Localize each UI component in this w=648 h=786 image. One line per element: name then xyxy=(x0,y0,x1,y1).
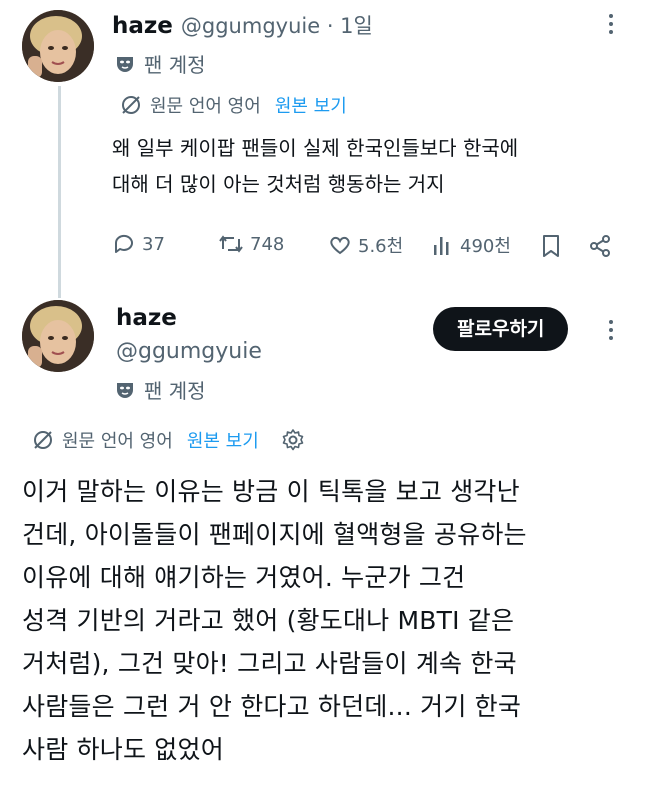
fan-account-label: 팬 계정 xyxy=(114,375,206,404)
view-count: 490천 xyxy=(460,236,511,257)
translate-off-icon xyxy=(122,96,140,114)
tweet-text: 왜 일부 케이팝 팬들이 실제 한국인들보다 한국에 대해 더 많이 아는 것처… xyxy=(112,136,519,196)
display-name[interactable]: haze xyxy=(112,13,173,39)
avatar[interactable] xyxy=(22,300,94,372)
more-options-icon[interactable] xyxy=(609,320,613,340)
translation-row: 원문 언어 영어 원본 보기 xyxy=(32,427,305,453)
repost-button[interactable]: 748 xyxy=(218,232,284,256)
source-language: 원문 언어 영어 xyxy=(62,431,173,452)
like-button[interactable]: 5.6천 xyxy=(328,232,403,258)
fan-account-text: 팬 계정 xyxy=(144,379,206,403)
avatar[interactable] xyxy=(22,10,94,82)
like-count: 5.6천 xyxy=(358,236,404,257)
translate-off-icon xyxy=(34,431,52,449)
fan-account-label: 팬 계정 xyxy=(114,49,206,78)
tweet-header: haze @ggumgyuie · 1일 xyxy=(112,10,373,40)
handle[interactable]: @ggumgyuie xyxy=(116,339,262,364)
display-name[interactable]: haze xyxy=(116,305,177,331)
gear-icon[interactable] xyxy=(281,428,305,452)
follow-button[interactable]: 팔로우하기 xyxy=(433,307,569,351)
source-language: 원문 언어 영어 xyxy=(150,96,261,117)
translation-row: 원문 언어 영어 원본 보기 xyxy=(120,92,347,118)
handle-and-time[interactable]: @ggumgyuie · 1일 xyxy=(181,10,373,40)
share-icon[interactable] xyxy=(588,234,612,258)
tweet-text: 이거 말하는 이유는 방금 이 틱톡을 보고 생각난 건데, 아이돌들이 팬페이… xyxy=(22,477,527,764)
reply-count: 37 xyxy=(142,233,165,255)
bookmark-icon[interactable] xyxy=(540,234,562,258)
repost-icon xyxy=(219,235,243,253)
mask-icon xyxy=(117,382,133,398)
views-icon xyxy=(434,237,449,255)
heart-icon xyxy=(330,236,350,255)
view-original-link[interactable]: 원본 보기 xyxy=(187,427,259,453)
action-bar: 37 748 5.6천 490천 xyxy=(112,232,618,262)
thread-line xyxy=(58,86,61,298)
view-original-link[interactable]: 원본 보기 xyxy=(275,92,347,118)
reply-icon xyxy=(114,234,133,253)
fan-account-text: 팬 계정 xyxy=(144,53,206,77)
more-options-icon[interactable] xyxy=(609,14,613,34)
repost-count: 748 xyxy=(250,233,285,255)
views-button[interactable]: 490천 xyxy=(432,232,511,258)
mask-icon xyxy=(117,56,133,72)
reply-button[interactable]: 37 xyxy=(112,232,165,256)
